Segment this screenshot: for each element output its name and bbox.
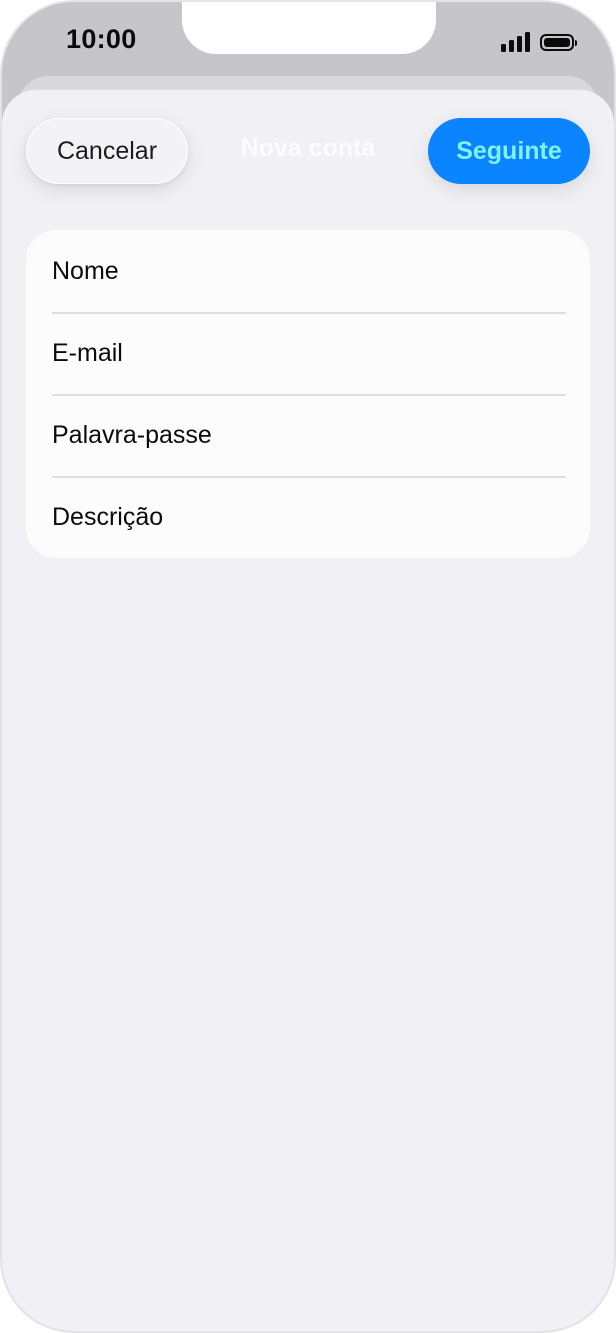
next-button[interactable]: Seguinte — [428, 118, 590, 184]
name-field[interactable] — [52, 256, 590, 286]
status-time: 10:00 — [66, 24, 137, 54]
battery-full-icon — [540, 34, 577, 51]
sheet-title: Nova conta — [240, 134, 376, 162]
form-row-name[interactable] — [26, 230, 590, 312]
email-field[interactable] — [52, 338, 590, 368]
notch — [182, 2, 436, 54]
account-form — [26, 230, 590, 558]
device-frame: 10:00 Cancelar Nova conta Seguinte — [0, 0, 616, 1333]
cancel-button[interactable]: Cancelar — [26, 118, 188, 184]
new-account-sheet: Cancelar Nova conta Seguinte — [2, 90, 614, 1331]
password-field[interactable] — [52, 420, 590, 450]
form-row-password[interactable] — [26, 394, 590, 476]
description-field[interactable] — [52, 502, 590, 532]
status-icons — [501, 32, 577, 52]
form-row-description[interactable] — [26, 476, 590, 558]
signal-bars-icon — [501, 32, 530, 52]
form-row-email[interactable] — [26, 312, 590, 394]
battery-level — [544, 38, 570, 47]
